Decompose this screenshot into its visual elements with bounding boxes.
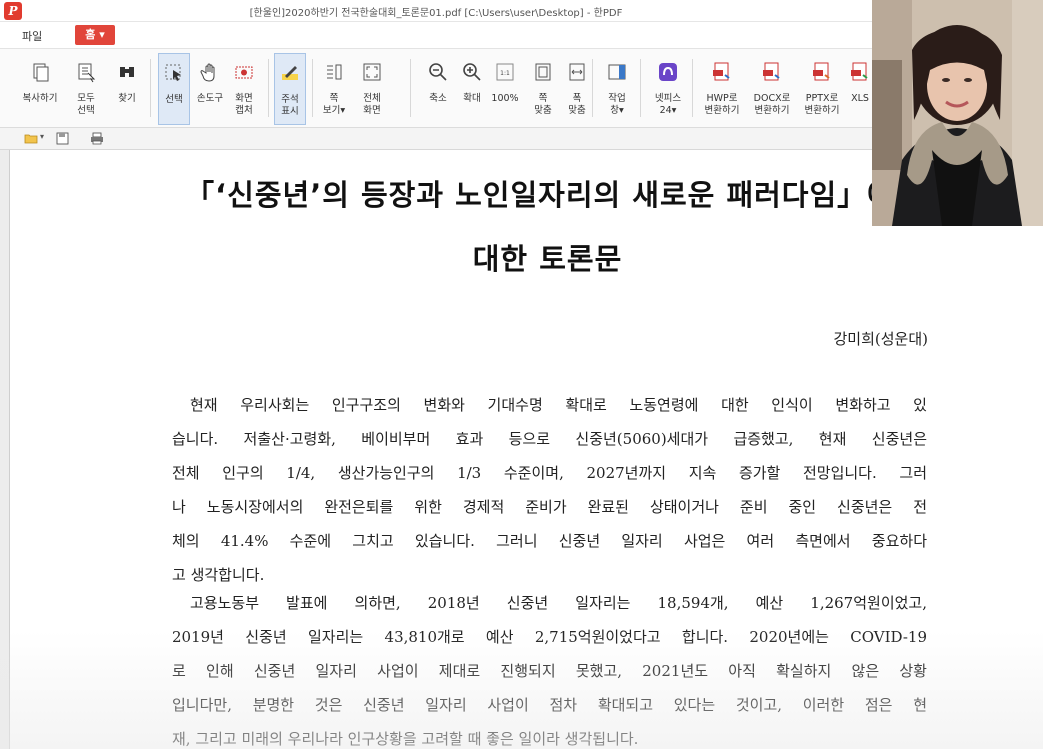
ribbon-button-convert-hwp[interactable]: HWP로 변환하기 [700, 53, 744, 125]
select-cursor-icon [161, 60, 187, 86]
zoom-100-icon: 1:1 [492, 59, 518, 85]
ribbon-toolbar: 복사하기 모두 선택 찾기 선택 손도구 화면 캡처 주석 표시 쪽 보기▾ 전체 화면 축소 확대… [0, 48, 872, 128]
zoom-out-icon [425, 59, 451, 85]
ribbon-button-screen-capture[interactable]: 화면 캡처 [228, 53, 260, 125]
ribbon-button-label: 넷피스 24▾ [654, 93, 682, 116]
netffice-icon [655, 59, 681, 85]
copy-icon [27, 59, 53, 85]
select-all-icon [73, 59, 99, 85]
quick-access-bar: ▾ [0, 128, 872, 150]
ribbon-button-select-all[interactable]: 모두 선택 [68, 53, 104, 125]
ribbon-button-label: 모두 선택 [77, 93, 95, 116]
ribbon-button-label: 쪽 보기▾ [322, 93, 346, 116]
page-view-icon [321, 59, 347, 85]
annotation-icon [277, 60, 303, 86]
ribbon-button-label: 축소 [429, 93, 447, 104]
fit-width-icon [564, 59, 590, 85]
ribbon-button-label: 선택 [165, 94, 183, 105]
ribbon-button-zoom-in[interactable]: 확대 [458, 53, 486, 125]
svg-text:1:1: 1:1 [500, 70, 510, 77]
open-folder-icon[interactable] [24, 132, 38, 145]
paragraph2-line: 로 인해 신중년 일자리 사업이 제대로 진행되지 못했고, 2021년도 아직… [172, 662, 927, 680]
paragraph2-line: 고용노동부 발표에 의하면, 2018년 신중년 일자리는 18,594개, 예… [190, 594, 927, 612]
ribbon-button-label: 확대 [463, 93, 481, 104]
zoom-in-icon [459, 59, 485, 85]
ribbon-button-find[interactable]: 찾기 [112, 53, 142, 125]
menu-file[interactable]: 파일 [22, 28, 42, 44]
paragraph1-line: 체의 41.4% 수준에 그치고 있습니다. 그러니 신중년 일자리 사업은 여… [172, 532, 927, 550]
convert-hwp-icon [709, 59, 735, 85]
ribbon-button-label: 복사하기 [22, 93, 58, 104]
paragraph2-line: 재, 그리고 미래의 우리나라 인구상황을 고려할 때 좋은 일이라 생각됩니다… [172, 730, 639, 748]
title-bar: P [한울인]2020하반기 전국한술대회_토론문01.pdf [C:\User… [0, 0, 872, 22]
paragraph2-line: 2019년 신중년 일자리는 43,810개로 예산 2,715억원이었다고 합… [172, 628, 927, 646]
menu-bar: 파일 홈 ▾ [0, 22, 872, 48]
paragraph1-line: 전체 인구의 1/4, 생산가능인구의 1/3 수준이며, 2027년까지 지속… [172, 464, 927, 482]
menu-home-tab[interactable]: 홈 ▾ [75, 25, 115, 45]
ribbon-button-page-view[interactable]: 쪽 보기▾ [318, 53, 350, 125]
ribbon-button-label: 주석 표시 [281, 94, 299, 117]
ribbon-button-label: 찾기 [118, 93, 136, 104]
find-icon [114, 59, 140, 85]
convert-pptx-icon [809, 59, 835, 85]
ribbon-button-label: HWP로 변환하기 [704, 93, 740, 116]
ribbon-button-fit-width[interactable]: 폭 맞춤 [562, 53, 592, 125]
save-icon[interactable] [56, 132, 70, 145]
paragraph1-line: 습니다. 저출산·고령화, 베이비부머 효과 등으로 신중년(5060)세대가 … [172, 430, 927, 448]
ribbon-button-label: XLS [851, 93, 869, 104]
screen-capture-icon [231, 59, 257, 85]
ribbon-button-label: 쪽 맞춤 [534, 93, 552, 116]
ribbon-button-hand-tool[interactable]: 손도구 [194, 53, 226, 125]
convert-docx-icon [759, 59, 785, 85]
ribbon-button-convert-docx[interactable]: DOCX로 변환하기 [750, 53, 794, 125]
ribbon-button-select-cursor[interactable]: 선택 [158, 53, 190, 125]
webcam-video-overlay [872, 0, 1043, 226]
paragraph1-line: 나 노동시장에서의 완전은퇴를 위한 경제적 준비가 완료된 상태이거나 준비 … [172, 498, 927, 516]
paragraph1-line: 현재 우리사회는 인구구조의 변화와 기대수명 확대로 노동연령에 대한 인식이… [190, 396, 927, 414]
ribbon-button-task-pane[interactable]: 작업 창▾ [602, 53, 632, 125]
ribbon-button-zoom-100[interactable]: 1:1 100% [490, 53, 520, 125]
ribbon-button-label: 폭 맞춤 [568, 93, 586, 116]
ribbon-button-convert-xls[interactable]: XLS [848, 53, 872, 125]
ribbon-button-label: 손도구 [196, 93, 224, 104]
paragraph1-line: 고 생각합니다. [172, 566, 265, 584]
hand-tool-icon [197, 59, 223, 85]
open-dropdown-icon[interactable]: ▾ [40, 132, 44, 141]
ribbon-button-label: 전체 화면 [363, 93, 381, 116]
ribbon-button-label: 작업 창▾ [608, 93, 626, 116]
fullscreen-icon [359, 59, 385, 85]
ribbon-button-label: 100% [491, 93, 519, 104]
ribbon-button-annotation[interactable]: 주석 표시 [274, 53, 306, 125]
ribbon-button-label: DOCX로 변환하기 [753, 93, 791, 116]
ribbon-button-convert-pptx[interactable]: PPTX로 변환하기 [800, 53, 844, 125]
ribbon-button-fit-page[interactable]: 쪽 맞춤 [528, 53, 558, 125]
print-icon[interactable] [90, 132, 104, 145]
fit-page-icon [530, 59, 556, 85]
convert-xls-icon [847, 59, 873, 85]
document-author: 강미희(성운대) [833, 330, 928, 348]
document-title-line2: 대한 토론문 [472, 242, 623, 276]
ribbon-button-zoom-out[interactable]: 축소 [424, 53, 452, 125]
ribbon-button-netffice[interactable]: 넷피스 24▾ [650, 53, 686, 125]
ribbon-button-fullscreen[interactable]: 전체 화면 [356, 53, 388, 125]
presenter-video [872, 0, 1043, 226]
ribbon-button-label: PPTX로 변환하기 [804, 93, 840, 116]
paragraph2-line: 입니다만, 분명한 것은 신중년 일자리 사업이 점차 확대되고 있다는 것이고… [172, 696, 927, 714]
ribbon-button-copy[interactable]: 복사하기 [20, 53, 60, 125]
ribbon-button-label: 화면 캡처 [235, 93, 253, 116]
task-pane-icon [604, 59, 630, 85]
window-title: [한울인]2020하반기 전국한술대회_토론문01.pdf [C:\Users\… [249, 8, 623, 19]
